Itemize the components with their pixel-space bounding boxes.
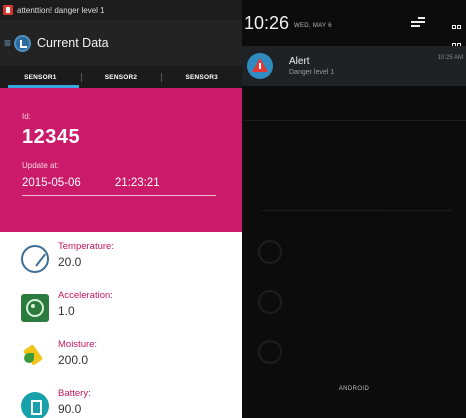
vibration-icon — [21, 294, 49, 322]
reading-label: Temperature: — [58, 241, 114, 252]
tab-sensor1[interactable]: SENSOR1 — [0, 66, 81, 88]
status-notification-text: attenttion! danger level 1 — [17, 5, 105, 15]
tab-label: SENSOR2 — [104, 73, 138, 81]
notification-title: Alert — [289, 56, 310, 67]
reading-label: Battery: — [58, 388, 91, 399]
drawer-indicator-icon[interactable]: ≡ — [4, 36, 11, 50]
sensor-tabs: SENSOR1 SENSOR2 SENSOR3 — [0, 66, 242, 88]
reading-acceleration: Acceleration: 1.0 — [0, 290, 242, 339]
gauge-icon — [21, 245, 49, 273]
status-bar: attenttion! danger level 1 — [0, 0, 242, 20]
reading-value: 20.0 — [58, 255, 82, 269]
quick-settings-adjust-icon[interactable] — [411, 17, 425, 29]
clock: 10:26 — [244, 12, 290, 33]
notification-text: Danger level 1 — [289, 69, 335, 76]
id-label: Id: — [22, 112, 31, 121]
notification-time: 10:25 AM — [437, 55, 463, 61]
page-title: Current Data — [37, 36, 109, 50]
readings-list: Temperature: 20.0 Acceleration: 1.0 Mois… — [0, 232, 242, 418]
update-date: 2015-05-06 — [22, 177, 81, 189]
tab-label: SENSOR1 — [24, 73, 57, 81]
tab-sensor3[interactable]: SENSOR3 — [161, 66, 242, 88]
watering-icon — [21, 343, 49, 371]
reading-label: Moisture: — [58, 339, 98, 350]
date: WED, MAY 6 — [294, 22, 332, 29]
update-label: Update at: — [22, 161, 59, 170]
alert-triangle-icon — [247, 53, 273, 79]
quick-settings-grid-icon[interactable] — [452, 17, 464, 47]
reading-temperature: Temperature: 20.0 — [0, 241, 242, 290]
alert-notification[interactable]: Alert Danger level 1 10:25 AM — [242, 46, 466, 86]
reading-label: Acceleration: — [58, 290, 113, 301]
divider — [22, 195, 216, 196]
app-logo-icon[interactable] — [14, 34, 32, 52]
id-value: 12345 — [22, 126, 81, 148]
update-time: 21:23:21 — [114, 177, 160, 189]
sensor-info-panel: Id: 12345 Update at: 2015-05-06 21:23:21 — [0, 88, 242, 232]
app-screen: attenttion! danger level 1 ≡ Current Dat… — [0, 0, 242, 418]
battery-icon — [21, 392, 49, 418]
alert-notification-icon — [3, 5, 13, 15]
reading-moisture: Moisture: 200.0 — [0, 339, 242, 388]
shade-header: 10:26 WED, MAY 6 — [242, 0, 466, 47]
update-timestamp: 2015-05-06 21:23:21 — [22, 177, 230, 189]
reading-value: 1.0 — [58, 304, 75, 318]
notification-shade-screen: 10:26 WED, MAY 6 Alert Danger level 1 10… — [242, 0, 466, 418]
reading-value: 90.0 — [58, 402, 82, 416]
tab-sensor2[interactable]: SENSOR2 — [80, 66, 162, 88]
reading-value: 200.0 — [58, 353, 89, 367]
tab-label: SENSOR3 — [185, 73, 218, 81]
action-bar: ≡ Current Data — [0, 20, 242, 66]
reading-battery: Battery: 90.0 — [0, 388, 242, 418]
carrier-label: ANDROID — [338, 386, 370, 392]
